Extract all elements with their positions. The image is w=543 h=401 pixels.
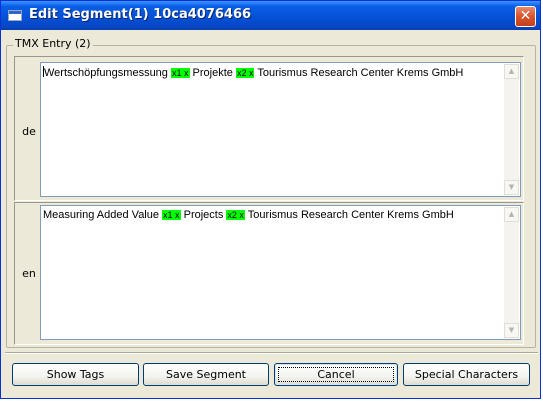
- scroll-down-icon[interactable]: ▼: [504, 180, 519, 195]
- target-text-part: Tourismus Research Center Krems GmbH: [244, 209, 454, 221]
- target-text-area[interactable]: Measuring Added Value x1 x Projects x2 x…: [40, 205, 521, 340]
- cancel-button[interactable]: Cancel: [274, 363, 398, 386]
- source-text: Wertschöpfungsmessung x1 x Projekte x2 x…: [43, 66, 463, 79]
- source-lang-label: de: [22, 125, 36, 138]
- source-text-part: Wertschöpfungsmessung: [44, 67, 171, 79]
- close-button[interactable]: ✕: [515, 6, 536, 27]
- target-tag-2[interactable]: x2 x: [226, 210, 245, 220]
- show-tags-button[interactable]: Show Tags: [12, 363, 139, 386]
- scroll-up-icon[interactable]: ▲: [504, 64, 519, 79]
- scroll-down-icon[interactable]: ▼: [504, 323, 519, 338]
- save-segment-button[interactable]: Save Segment: [143, 363, 269, 386]
- source-scrollbar[interactable]: ▲ ▼: [504, 64, 519, 195]
- window-title: Edit Segment(1) 10ca4076466: [29, 7, 252, 22]
- source-text-part: Tourismus Research Center Krems GmbH: [254, 67, 464, 79]
- target-scrollbar[interactable]: ▲ ▼: [504, 207, 519, 338]
- target-text-part: Projects: [180, 209, 227, 221]
- source-text-area[interactable]: Wertschöpfungsmessung x1 x Projekte x2 x…: [40, 62, 521, 197]
- source-tag-2[interactable]: x2 x: [235, 68, 255, 78]
- close-icon: ✕: [519, 8, 532, 24]
- window-icon: [8, 10, 22, 21]
- target-lang-label: en: [22, 267, 36, 280]
- scroll-up-icon[interactable]: ▲: [504, 207, 519, 222]
- button-separator: [5, 352, 538, 354]
- special-characters-button[interactable]: Special Characters: [403, 363, 530, 386]
- target-text: Measuring Added Value x1 x Projects x2 x…: [43, 209, 454, 221]
- tmx-entry-group-title: TMX Entry (2): [13, 37, 93, 50]
- source-text-part: Projekte: [189, 67, 236, 79]
- title-bar[interactable]: Edit Segment(1) 10ca4076466 ✕: [1, 1, 540, 30]
- target-text-part: Measuring Added Value: [43, 209, 163, 221]
- target-tag-1[interactable]: x1 x: [162, 210, 181, 220]
- source-tag-1[interactable]: x1 x: [170, 68, 190, 78]
- edit-segment-dialog: Edit Segment(1) 10ca4076466 ✕ TMX Entry …: [0, 0, 541, 399]
